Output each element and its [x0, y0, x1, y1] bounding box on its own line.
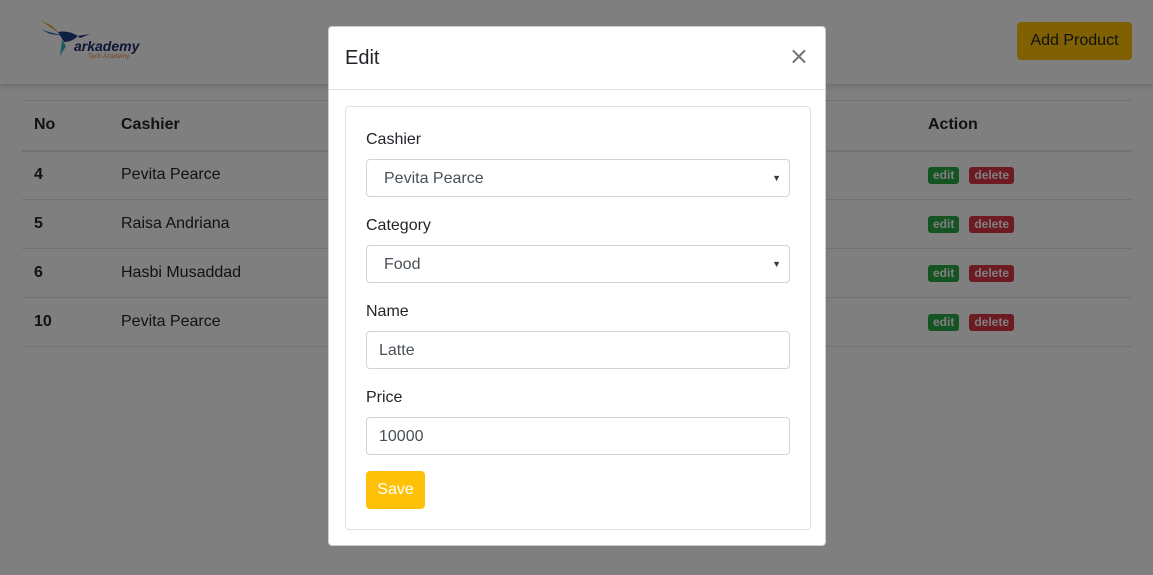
chevron-down-icon: ▼ [772, 259, 781, 269]
edit-modal: Edit × Cashier Pevita Pearce ▼ Category … [328, 26, 826, 546]
edit-form: Cashier Pevita Pearce ▼ Category Food ▼ … [345, 106, 811, 530]
save-button[interactable]: Save [366, 471, 425, 509]
name-input-value: Latte [379, 342, 415, 359]
price-input[interactable]: 10000 [366, 417, 790, 455]
category-selected-value: Food [384, 256, 421, 273]
modal-title: Edit [345, 47, 380, 69]
cashier-select[interactable]: Pevita Pearce ▼ [366, 159, 790, 197]
name-input[interactable]: Latte [366, 331, 790, 369]
close-icon[interactable]: × [789, 44, 809, 68]
name-label: Name [366, 303, 409, 320]
category-label: Category [366, 217, 431, 234]
chevron-down-icon: ▼ [772, 173, 781, 183]
price-input-value: 10000 [379, 428, 424, 445]
category-select[interactable]: Food ▼ [366, 245, 790, 283]
modal-header: Edit × [329, 27, 825, 90]
cashier-label: Cashier [366, 131, 422, 148]
price-label: Price [366, 389, 403, 406]
cashier-selected-value: Pevita Pearce [384, 170, 484, 187]
